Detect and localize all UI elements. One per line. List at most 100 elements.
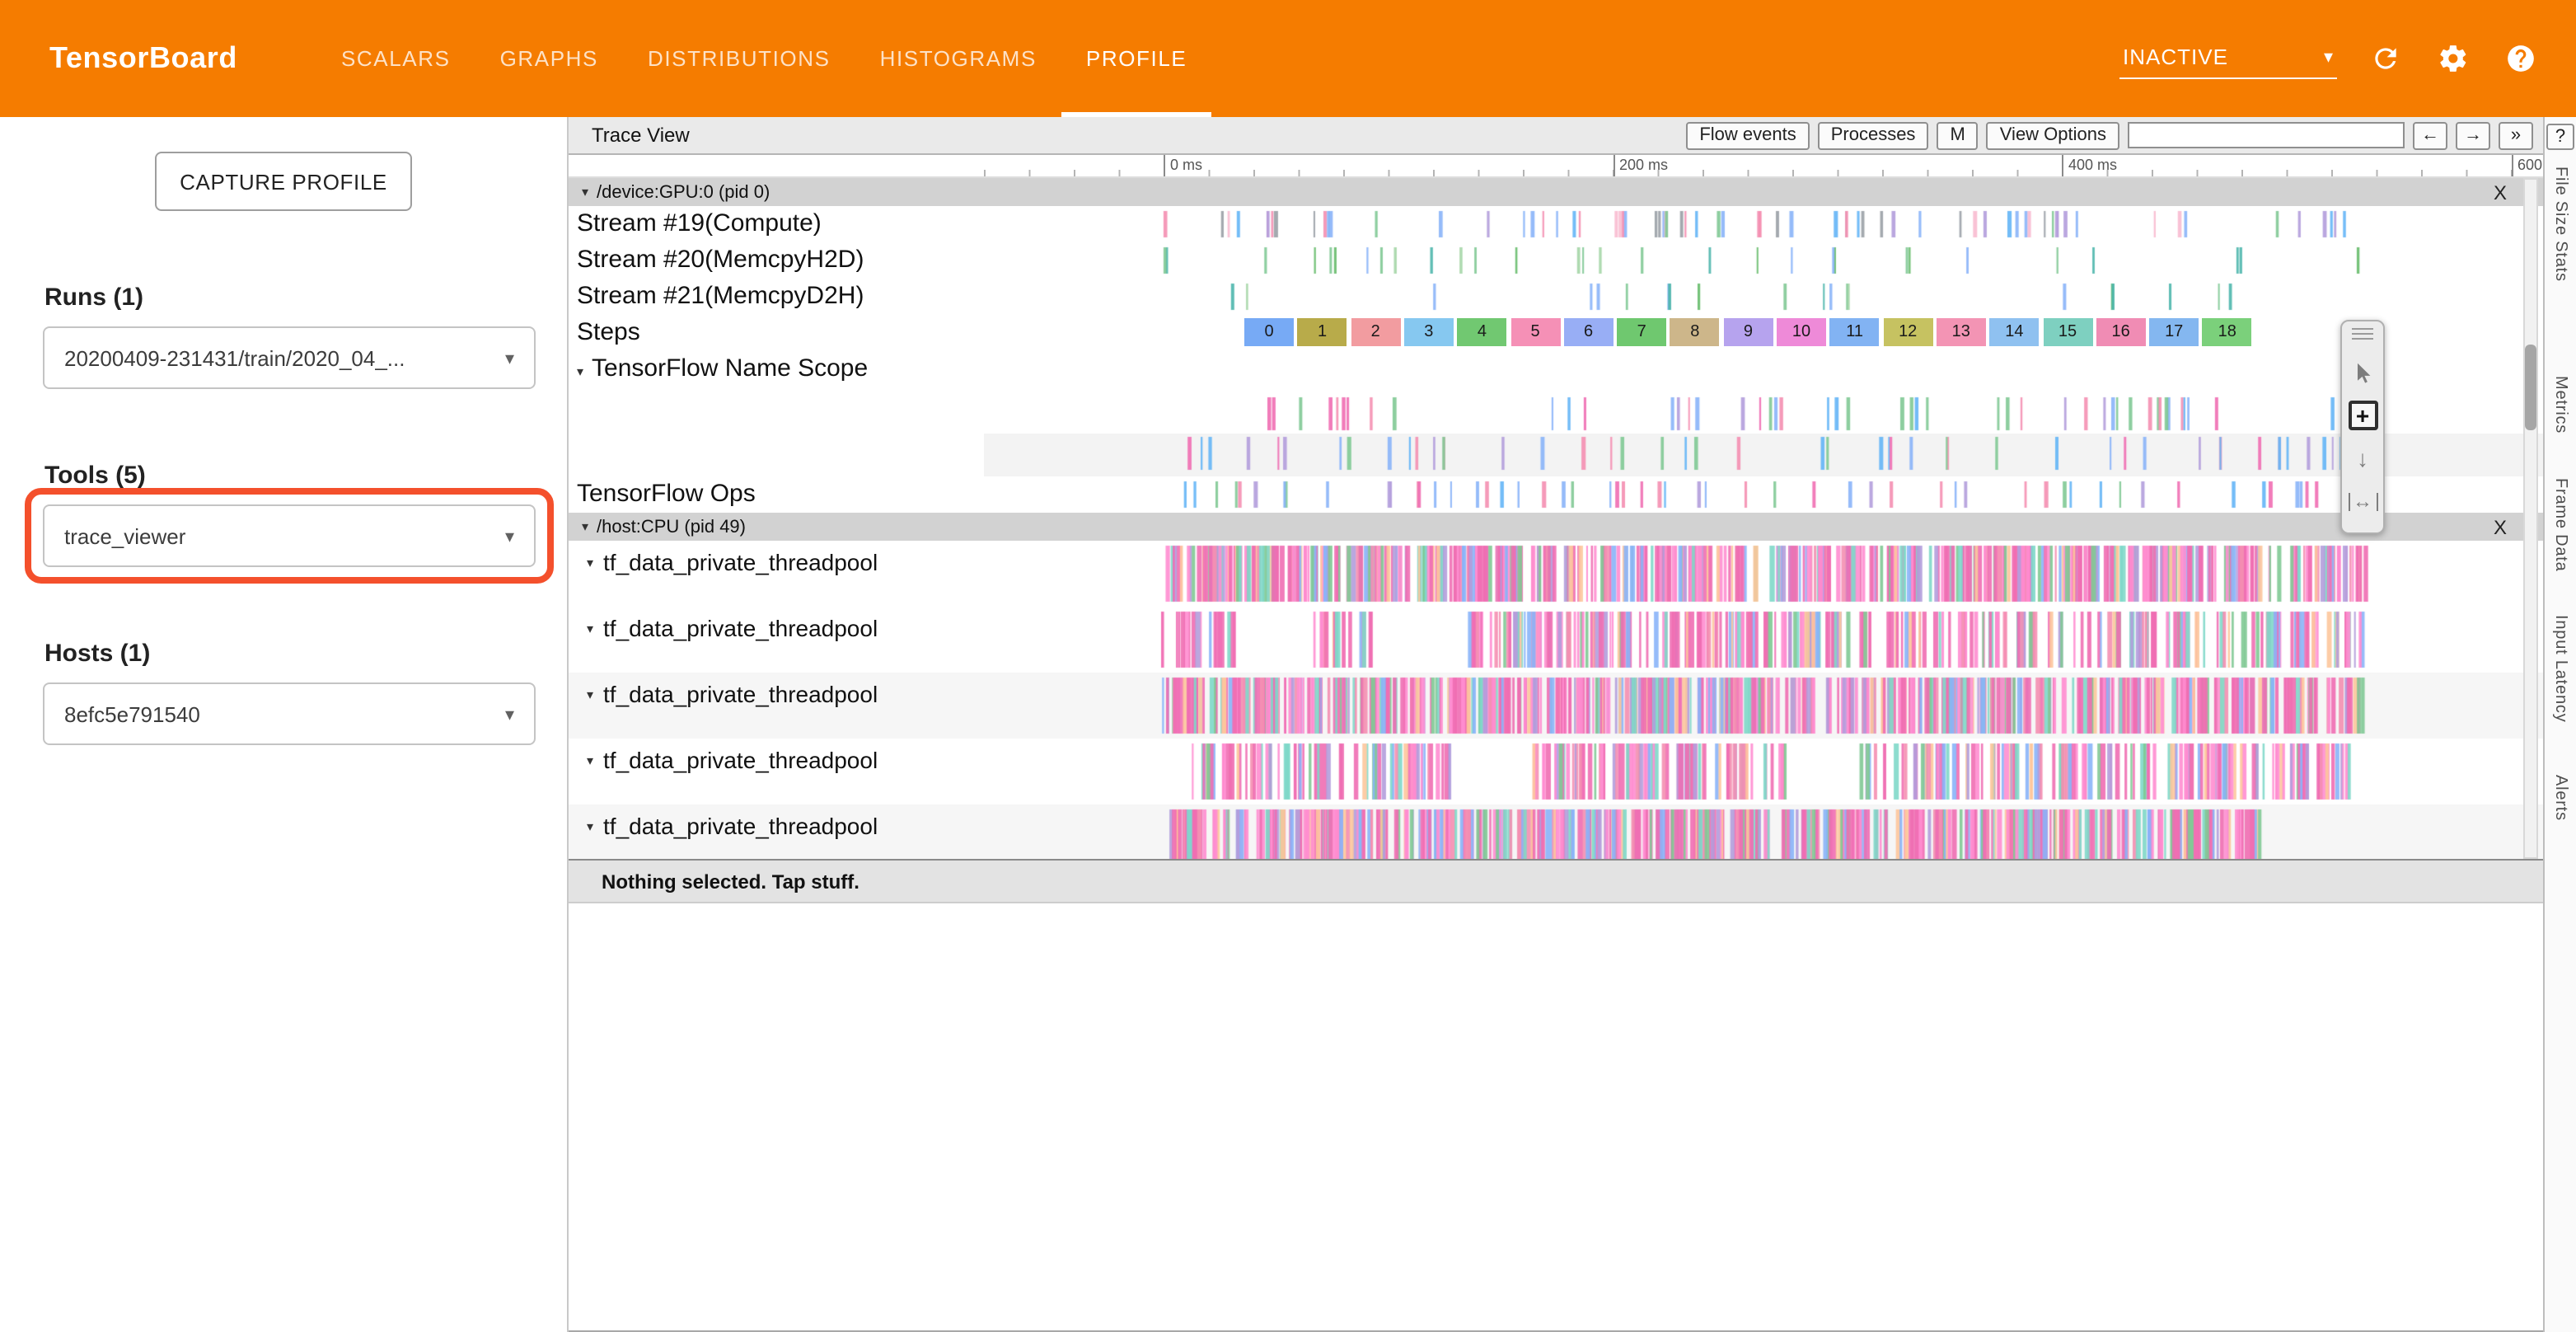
collapse-arrow-icon: ▾ — [587, 753, 593, 768]
drag-handle-icon[interactable] — [2352, 328, 2373, 341]
find-previous-button[interactable]: ← — [2413, 121, 2447, 149]
cpu-rows: ▾tf_data_private_threadpool▾tf_data_priv… — [569, 541, 2543, 859]
find-all-button[interactable]: » — [2499, 121, 2533, 149]
step-block-4[interactable]: 4 — [1457, 318, 1506, 346]
trace-help-button[interactable]: ? — [2546, 124, 2574, 150]
cpu-row-label[interactable]: ▾tf_data_private_threadpool — [569, 541, 984, 607]
gpu-section-close-button[interactable]: X — [2494, 181, 2507, 204]
cpu-row-track[interactable] — [984, 673, 2543, 739]
step-block-8[interactable]: 8 — [1670, 318, 1720, 346]
step-block-6[interactable]: 6 — [1564, 318, 1614, 346]
main-content: CAPTURE PROFILE Runs (1) 20200409-231431… — [0, 117, 2576, 1332]
collapse-arrow-icon: ▾ — [587, 819, 593, 834]
step-block-10[interactable]: 10 — [1777, 318, 1826, 346]
runs-label: Runs (1) — [44, 284, 567, 312]
side-tab-alerts[interactable]: Alerts — [2551, 775, 2569, 821]
trace-events-canvas[interactable] — [984, 279, 2543, 315]
cpu-thread-row: ▾tf_data_private_threadpool — [569, 673, 2543, 739]
trace-search-input[interactable] — [2128, 122, 2405, 148]
trace-events-canvas[interactable] — [984, 476, 2543, 513]
capture-profile-button[interactable]: CAPTURE PROFILE — [155, 152, 412, 211]
side-tab-file-size-stats[interactable]: File Size Stats — [2551, 166, 2569, 282]
metadata-button[interactable]: M — [1937, 121, 1978, 149]
runs-dropdown[interactable]: 20200409-231431/train/2020_04_... ▾ — [43, 326, 536, 389]
step-block-5[interactable]: 5 — [1510, 318, 1560, 346]
step-block-13[interactable]: 13 — [1937, 318, 1986, 346]
zoom-tool-button[interactable]: + — [2342, 394, 2383, 437]
cpu-row-label[interactable]: ▾tf_data_private_threadpool — [569, 804, 984, 859]
settings-button[interactable] — [2433, 39, 2472, 78]
name-scope-label[interactable]: ▾TensorFlow Name Scope — [569, 351, 984, 476]
cpu-row-label[interactable]: ▾tf_data_private_threadpool — [569, 673, 984, 739]
stream20-track[interactable] — [984, 242, 2543, 279]
chevron-down-icon: ▾ — [505, 703, 514, 725]
step-block-9[interactable]: 9 — [1723, 318, 1773, 346]
tab-profile[interactable]: PROFILE — [1061, 0, 1211, 117]
step-block-1[interactable]: 1 — [1298, 318, 1347, 346]
find-next-button[interactable]: → — [2456, 121, 2490, 149]
help-icon — [2504, 43, 2536, 74]
tools-dropdown[interactable]: trace_viewer ▾ — [43, 504, 536, 567]
cpu-row-label[interactable]: ▾tf_data_private_threadpool — [569, 739, 984, 804]
step-block-15[interactable]: 15 — [2043, 318, 2092, 346]
tab-graphs[interactable]: GRAPHS — [475, 0, 623, 117]
vertical-scrollbar[interactable] — [2523, 178, 2538, 859]
step-block-7[interactable]: 7 — [1617, 318, 1666, 346]
cpu-row-track[interactable] — [984, 739, 2543, 804]
name-scope-track[interactable] — [984, 351, 2543, 476]
tensorflow-ops-track[interactable] — [984, 476, 2543, 513]
help-button[interactable] — [2500, 39, 2540, 78]
step-block-17[interactable]: 17 — [2149, 318, 2199, 346]
trace-viewer-panel: Trace View Flow events Processes M View … — [569, 117, 2543, 1332]
cpu-section-header[interactable]: ▾ /host:CPU (pid 49) X — [569, 513, 2543, 541]
trace-events-canvas[interactable] — [984, 541, 2543, 607]
stream21-track[interactable] — [984, 279, 2543, 315]
tab-scalars[interactable]: SCALARS — [316, 0, 475, 117]
cpu-section-close-button[interactable]: X — [2494, 515, 2507, 538]
collapse-arrow-icon: ▾ — [582, 185, 588, 199]
select-tool-button[interactable] — [2342, 351, 2383, 394]
refresh-button[interactable] — [2365, 39, 2405, 78]
trace-events-canvas[interactable] — [984, 739, 2543, 804]
trace-events-canvas[interactable] — [984, 804, 2543, 859]
step-block-0[interactable]: 0 — [1244, 318, 1294, 346]
flow-events-button[interactable]: Flow events — [1686, 121, 1809, 149]
trace-events-canvas[interactable] — [984, 206, 2543, 242]
timing-tool-button[interactable]: ↔ — [2342, 480, 2383, 523]
trace-events-canvas[interactable] — [984, 673, 2543, 739]
tab-distributions[interactable]: DISTRIBUTIONS — [623, 0, 855, 117]
step-block-14[interactable]: 14 — [1989, 318, 2039, 346]
ruler-tick-label: 0 ms — [1164, 155, 1202, 176]
cpu-row-track[interactable] — [984, 541, 2543, 607]
side-tab-frame-data[interactable]: Frame Data — [2551, 478, 2569, 572]
step-block-3[interactable]: 3 — [1404, 318, 1454, 346]
cursor-icon — [2351, 359, 2374, 386]
step-block-16[interactable]: 16 — [2096, 318, 2146, 346]
step-block-2[interactable]: 2 — [1351, 318, 1400, 346]
status-dropdown[interactable]: INACTIVE ▾ — [2119, 38, 2337, 79]
step-block-18[interactable]: 18 — [2203, 318, 2252, 346]
processes-button[interactable]: Processes — [1818, 121, 1929, 149]
side-tab-metrics[interactable]: Metrics — [2551, 376, 2569, 434]
cpu-row-track[interactable] — [984, 804, 2543, 859]
pan-tool-button[interactable]: ↓ — [2342, 437, 2383, 480]
trace-events-canvas[interactable] — [984, 242, 2543, 279]
side-tab-input-latency[interactable]: Input Latency — [2551, 615, 2569, 723]
stream19-track[interactable] — [984, 206, 2543, 242]
tools-label: Tools (5) — [44, 462, 567, 490]
scrollbar-thumb[interactable] — [2525, 345, 2536, 430]
trace-events-canvas[interactable] — [984, 351, 2543, 476]
cpu-row-track[interactable] — [984, 607, 2543, 673]
ruler-tick-label: 600 — [2511, 155, 2542, 176]
header-actions: INACTIVE ▾ — [2119, 0, 2540, 117]
hosts-dropdown[interactable]: 8efc5e791540 ▾ — [43, 682, 536, 745]
cpu-thread-row: ▾tf_data_private_threadpool — [569, 607, 2543, 673]
hosts-value: 8efc5e791540 — [64, 701, 492, 726]
tab-histograms[interactable]: HISTOGRAMS — [855, 0, 1061, 117]
step-block-12[interactable]: 12 — [1883, 318, 1932, 346]
view-options-button[interactable]: View Options — [1987, 121, 2119, 149]
gpu-section-header[interactable]: ▾ /device:GPU:0 (pid 0) X — [569, 178, 2543, 206]
step-block-11[interactable]: 11 — [1830, 318, 1880, 346]
trace-events-canvas[interactable] — [984, 607, 2543, 673]
cpu-row-label[interactable]: ▾tf_data_private_threadpool — [569, 607, 984, 673]
